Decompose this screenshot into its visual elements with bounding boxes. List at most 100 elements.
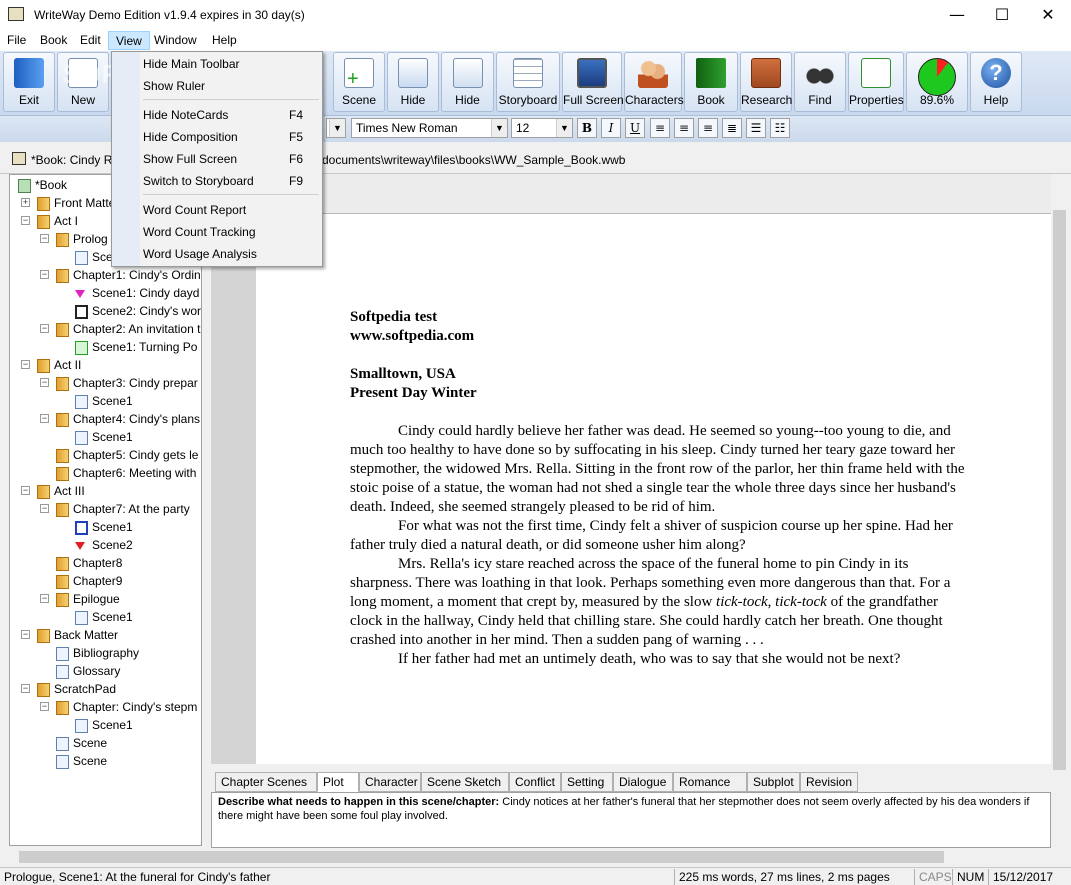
menu-view[interactable]: View [108, 31, 150, 50]
underline-button[interactable]: U [625, 118, 645, 138]
view-menu-item[interactable]: Word Count Report [143, 199, 321, 221]
tree-item[interactable]: Chapter2: An invitation t [56, 320, 200, 338]
tree-item[interactable]: Prolog [56, 230, 108, 248]
tree-item[interactable]: Scene1 [75, 716, 133, 734]
tree-expander[interactable]: − [40, 702, 49, 711]
full-screen-button[interactable]: Full Screen [562, 52, 624, 112]
menu-help[interactable]: Help [205, 31, 244, 50]
tree-item[interactable]: Scene1 [75, 518, 133, 536]
bold-button[interactable]: B [577, 118, 597, 138]
vertical-scrollbar[interactable] [1051, 174, 1068, 848]
minimize-button[interactable]: — [934, 0, 980, 30]
tree-item[interactable]: *Book [18, 176, 67, 194]
justify-button[interactable]: ≣ [722, 118, 742, 138]
tree-item[interactable]: Scene2 [75, 536, 133, 554]
tree-item[interactable]: Chapter6: Meeting with [56, 464, 196, 482]
tree-expander[interactable]: − [40, 414, 49, 423]
characters-button[interactable]: Characters [624, 52, 684, 112]
tree-item[interactable]: Chapter5: Cindy gets le [56, 446, 198, 464]
tab-plot[interactable]: Plot [317, 772, 359, 792]
tree-item[interactable]: Scene2: Cindy's wor [75, 302, 201, 320]
style-dropdown[interactable]: ▼ [326, 118, 346, 138]
view-menu-item[interactable]: Word Count Tracking [143, 221, 321, 243]
tree-expander[interactable]: − [40, 594, 49, 603]
view-menu-item[interactable]: Switch to Storyboard F9 [143, 170, 321, 192]
tree-item[interactable]: Scene1 [75, 608, 133, 626]
tree-expander[interactable]: − [21, 216, 30, 225]
hide-notecards-button[interactable]: Hide [387, 52, 439, 112]
tab-dialogue[interactable]: Dialogue [613, 772, 673, 792]
tree-item[interactable]: Chapter4: Cindy's plans [56, 410, 200, 428]
bullet-list-button[interactable]: ☰ [746, 118, 766, 138]
align-left-button[interactable]: ≡ [650, 118, 670, 138]
storyboard-button[interactable]: Storyboard [496, 52, 560, 112]
tree-item[interactable]: Epilogue [56, 590, 120, 608]
font-size-dropdown[interactable]: 12 ▼ [511, 118, 573, 138]
tree-expander[interactable]: − [40, 378, 49, 387]
scroll-thumb[interactable] [19, 851, 944, 863]
menu-file[interactable]: File [0, 31, 33, 50]
tree-item[interactable]: Bibliography [56, 644, 139, 662]
view-menu-item[interactable]: Hide Main Toolbar [143, 53, 321, 75]
tab-revision[interactable]: Revision [800, 772, 858, 792]
menu-edit[interactable]: Edit [73, 31, 108, 50]
align-center-button[interactable]: ≡ [674, 118, 694, 138]
menu-book[interactable]: Book [33, 31, 74, 50]
menu-window[interactable]: Window [147, 31, 204, 50]
tree-item[interactable]: Glossary [56, 662, 120, 680]
document-text[interactable]: Softpedia test www.softpedia.com Smallto… [350, 308, 970, 669]
plot-notes-field[interactable]: Describe what needs to happen in this sc… [211, 792, 1051, 848]
tab-chapter-scenes[interactable]: Chapter Scenes [215, 772, 317, 792]
tree-item[interactable]: Chapter3: Cindy prepar [56, 374, 198, 392]
font-name-dropdown[interactable]: Times New Roman ▼ [351, 118, 508, 138]
scene-button[interactable]: + Scene [333, 52, 385, 112]
progress-gauge-button[interactable]: 89.6% [906, 52, 968, 112]
tab-romance[interactable]: Romance [673, 772, 747, 792]
tree-expander[interactable]: − [21, 630, 30, 639]
tree-item[interactable]: Scene [56, 752, 107, 770]
maximize-button[interactable]: ☐ [979, 0, 1025, 30]
tree-item[interactable]: Chapter8 [56, 554, 122, 572]
tree-item[interactable]: Chapter9 [56, 572, 122, 590]
numbered-list-button[interactable]: ☷ [770, 118, 790, 138]
book-tab-label[interactable]: *Book: Cindy R [31, 153, 112, 167]
tree-expander[interactable]: − [40, 324, 49, 333]
tree-expander[interactable]: − [21, 486, 30, 495]
italic-button[interactable]: I [601, 118, 621, 138]
view-menu-item[interactable]: Show Ruler [143, 75, 321, 97]
tab-subplot[interactable]: Subplot [747, 772, 800, 792]
tree-item[interactable]: Act II [37, 356, 81, 374]
tree-expander[interactable]: − [21, 360, 30, 369]
tree-item[interactable]: Chapter: Cindy's stepm [56, 698, 197, 716]
tree-item[interactable]: Chapter1: Cindy's Ordin [56, 266, 201, 284]
view-menu-item[interactable]: Show Full Screen F6 [143, 148, 321, 170]
tree-item[interactable]: ScratchPad [37, 680, 116, 698]
close-button[interactable]: ✕ [1025, 0, 1071, 30]
tab-scene-sketch[interactable]: Scene Sketch [421, 772, 509, 792]
tree-item[interactable]: Front Matte [37, 194, 115, 212]
tree-item[interactable]: Act I [37, 212, 78, 230]
tab-setting[interactable]: Setting [561, 772, 613, 792]
tree-item[interactable]: Scene1 [75, 392, 133, 410]
research-button[interactable]: Research [740, 52, 792, 112]
tree-expander[interactable]: − [40, 234, 49, 243]
scroll-thumb[interactable] [1053, 210, 1066, 770]
view-menu-item[interactable]: Word Usage Analysis [143, 243, 321, 265]
hide-composition-button[interactable]: Hide [441, 52, 494, 112]
tree-item[interactable]: Back Matter [37, 626, 118, 644]
find-button[interactable]: Find [794, 52, 846, 112]
exit-button[interactable]: Exit [3, 52, 55, 112]
properties-button[interactable]: Properties [848, 52, 904, 112]
tree-item[interactable]: Scene1: Turning Po [75, 338, 197, 356]
tree-expander[interactable]: − [21, 684, 30, 693]
tab-conflict[interactable]: Conflict [509, 772, 561, 792]
view-menu-item[interactable]: Hide Composition F5 [143, 126, 321, 148]
tree-item[interactable]: Scene1 [75, 428, 133, 446]
tree-item[interactable]: Scene1: Cindy dayd [75, 284, 199, 302]
tree-item[interactable]: Scene [56, 734, 107, 752]
tree-expander[interactable]: − [40, 504, 49, 513]
tree-expander[interactable]: − [40, 270, 49, 279]
tree-item[interactable]: Chapter7: At the party [56, 500, 190, 518]
help-button[interactable]: ? Help [970, 52, 1022, 112]
horizontal-scrollbar[interactable] [9, 849, 1051, 865]
